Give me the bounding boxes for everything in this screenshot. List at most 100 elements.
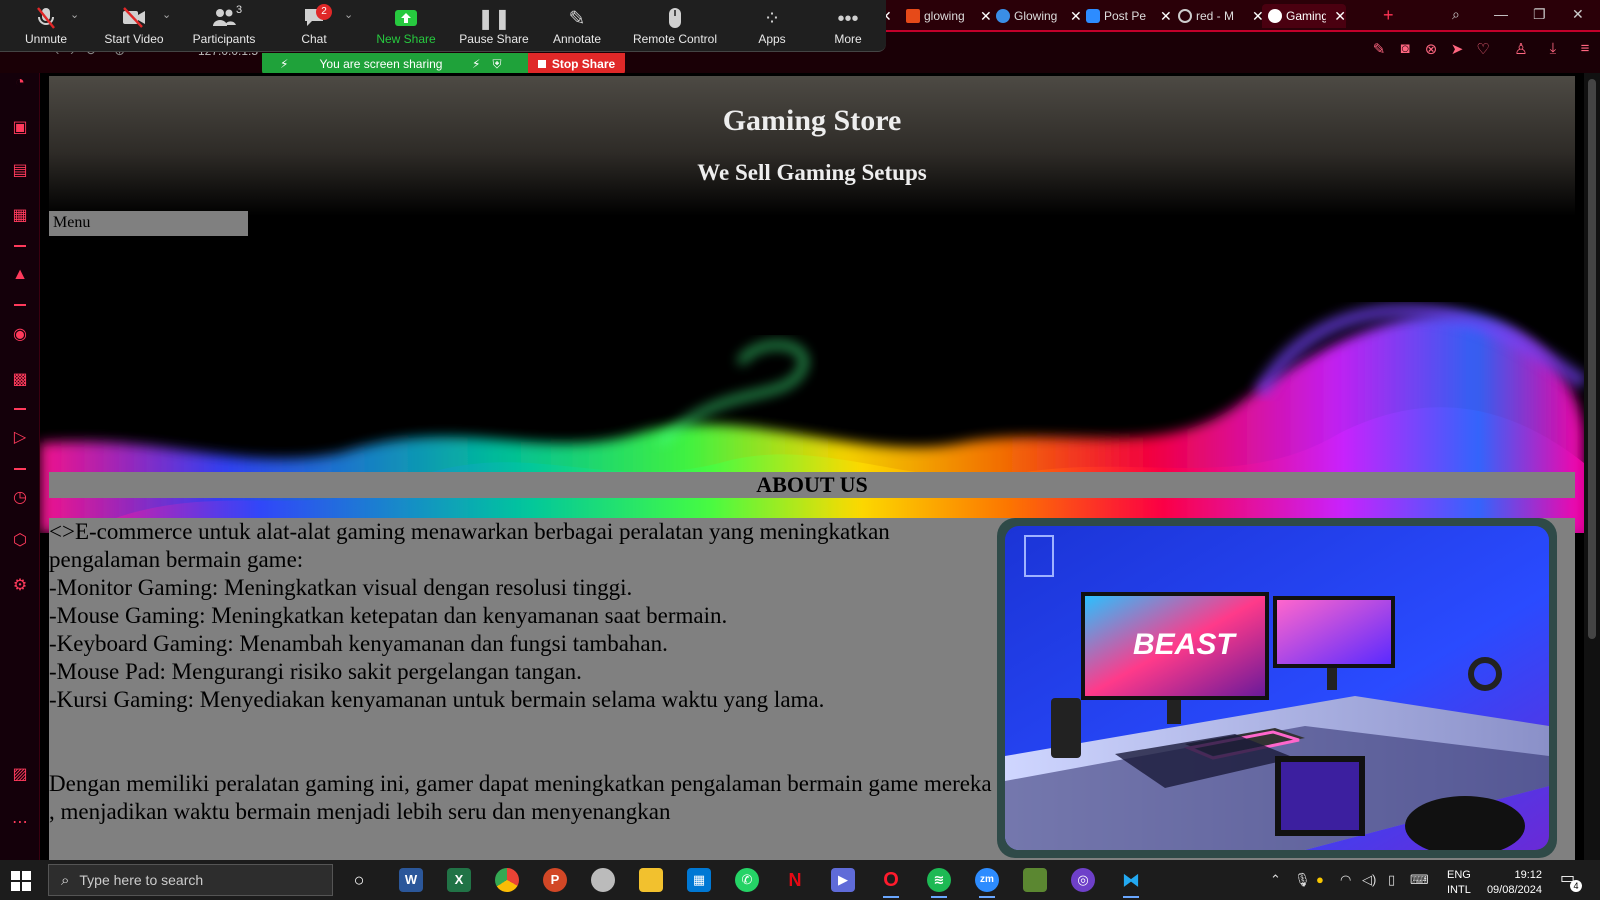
annotate-button[interactable]: ✎ Annotate	[535, 6, 619, 50]
about-line: <>E-commerce untuk alat-alat gaming mena…	[49, 519, 890, 572]
chrome-icon[interactable]	[495, 868, 519, 892]
edit-icon[interactable]: ✎	[1370, 40, 1388, 58]
taskbar-search-input[interactable]: ⌕ Type here to search	[48, 864, 333, 896]
chevron-down-icon[interactable]: ⌄	[70, 8, 79, 21]
heart-icon[interactable]: ♡	[1474, 40, 1492, 58]
about-us-section: <>E-commerce untuk alat-alat gaming mena…	[49, 518, 1575, 860]
close-tab-icon[interactable]: ✕	[1160, 8, 1172, 25]
close-window-icon[interactable]: ✕	[1572, 6, 1584, 23]
pen-icon: ✎	[568, 8, 586, 30]
page-scrollbar[interactable]	[1584, 73, 1600, 860]
battery-icon[interactable]: ▯	[1388, 872, 1395, 888]
clock[interactable]: 19:12 09/08/2024	[1482, 868, 1542, 898]
zoom-icon[interactable]: zm	[975, 868, 999, 898]
divider	[14, 245, 26, 247]
adblock-icon[interactable]: ⊗	[1422, 40, 1440, 58]
discord-icon[interactable]: ▩	[10, 370, 30, 390]
capcut-icon[interactable]: ▶	[831, 868, 855, 892]
profile-icon[interactable]: ♙	[1512, 40, 1530, 58]
divider	[14, 304, 26, 306]
opera-gx-icon[interactable]: O	[879, 868, 903, 898]
tab-post[interactable]: Post Pe ✕	[1080, 4, 1172, 28]
paint-icon[interactable]	[591, 868, 615, 892]
close-tab-icon[interactable]: ✕	[1334, 8, 1346, 25]
download-icon[interactable]: ⤓	[1544, 40, 1562, 58]
spotify-icon[interactable]: ≋	[927, 868, 951, 898]
tab-title: glowing	[924, 9, 965, 23]
about-closing-line: Dengan memiliki peralatan gaming ini, ga…	[49, 771, 992, 796]
new-tab-icon[interactable]: +	[1383, 5, 1394, 26]
chevron-down-icon[interactable]: ⌄	[162, 8, 171, 21]
file-explorer-icon[interactable]	[639, 868, 663, 892]
camera-icon[interactable]: ◙	[1396, 40, 1414, 58]
browser-sidebar: ◔ ▣ ▤ ▦ ▲ ◉ ▩ ▷ ◷ ⬡ ⚙ ▨ ⋯	[0, 73, 40, 860]
menu-icon[interactable]: ≡	[1576, 40, 1594, 58]
speed-dial-icon[interactable]: ◔	[10, 73, 30, 93]
chat-unread-badge: 2	[316, 4, 332, 20]
chevron-up-icon[interactable]: ⌃	[1270, 872, 1281, 888]
vscode-icon[interactable]: ⧓	[1119, 868, 1143, 898]
monitor-text: BEAST	[1133, 628, 1237, 661]
more-icon[interactable]: ⋯	[10, 813, 30, 833]
whatsapp-icon[interactable]: ✆	[735, 868, 759, 892]
more-button[interactable]: ••• More	[806, 6, 890, 50]
about-line: -Mouse Gaming: Meningkatkan ketepatan da…	[49, 603, 728, 628]
norton-icon[interactable]: ●	[1316, 872, 1324, 887]
tab-gaming[interactable]: Gaming ✕	[1262, 4, 1346, 28]
input-language[interactable]: ENG INTL	[1447, 868, 1471, 898]
apps-icon: ⁘	[763, 8, 781, 30]
bag-icon[interactable]: ▣	[10, 118, 30, 138]
chevron-down-icon[interactable]: ⌄	[344, 8, 353, 21]
send-icon[interactable]: ➤	[1448, 40, 1466, 58]
minimize-icon[interactable]: —	[1494, 6, 1508, 22]
new-share-button[interactable]: New Share	[364, 6, 448, 50]
cortana-icon[interactable]: ○	[347, 868, 371, 892]
twitch-icon[interactable]: ▤	[10, 161, 30, 181]
volume-icon[interactable]: ◁)	[1362, 872, 1376, 888]
scrollbar-thumb[interactable]	[1588, 79, 1596, 639]
tab-favicon-icon	[996, 9, 1010, 23]
history-icon[interactable]: ◷	[10, 488, 30, 508]
about-line: -Keyboard Gaming: Menambah kenyamanan da…	[49, 631, 668, 656]
zoom-toolbar: Unmute ⌄ Start Video ⌄ Participants 3 Ch…	[0, 0, 886, 52]
cube-icon[interactable]: ⬡	[10, 531, 30, 551]
chip-icon[interactable]: ▦	[10, 206, 30, 226]
windows-start-icon[interactable]	[10, 870, 32, 892]
about-line: -Monitor Gaming: Meningkatkan visual den…	[49, 575, 633, 600]
word-icon[interactable]: W	[399, 868, 423, 892]
apps-button[interactable]: ⁘ Apps	[730, 6, 814, 50]
windows-taskbar: ⌕ Type here to search ○ W X P ▦ ✆ N ▶ O …	[0, 860, 1600, 900]
share-icon	[364, 6, 448, 32]
excel-icon[interactable]: X	[447, 868, 471, 892]
wifi-icon[interactable]: ◠	[1340, 872, 1351, 888]
participants-button[interactable]: Participants	[182, 6, 266, 50]
mic-off-icon[interactable]: ⚡	[472, 57, 480, 71]
keyboard-icon[interactable]: ⌨	[1410, 872, 1429, 888]
participants-icon	[182, 6, 266, 32]
tab-red[interactable]: red - M ✕	[1172, 4, 1264, 28]
microphone-icon[interactable]: 🎙	[1294, 872, 1311, 888]
stop-share-button[interactable]: Stop Share	[528, 53, 625, 75]
wallpaper-icon[interactable]: ▨	[10, 765, 30, 785]
tab-glowing-1[interactable]: glowing ✕	[900, 4, 992, 28]
gaming-setup-image: BEAST	[1005, 526, 1549, 850]
minecraft-icon[interactable]	[1023, 868, 1047, 892]
search-tabs-icon[interactable]: ⌕	[1452, 6, 1460, 23]
powerpoint-icon[interactable]: P	[543, 868, 567, 892]
tab-title: Glowing	[1014, 9, 1058, 23]
about-us-text: <>E-commerce untuk alat-alat gaming mena…	[49, 518, 999, 826]
pause-icon: ❚❚	[477, 8, 511, 30]
restore-icon[interactable]: ❐	[1533, 6, 1546, 23]
tab-glowing-2[interactable]: Glowing ✕	[990, 4, 1082, 28]
gear-icon[interactable]: ⚙	[10, 576, 30, 596]
remote-control-button[interactable]: Remote Control	[620, 6, 730, 50]
github-icon[interactable]: ◎	[1071, 868, 1095, 892]
site-title: Gaming Store	[722, 104, 902, 137]
search-icon: ⌕	[61, 871, 70, 889]
messenger-icon[interactable]: ◉	[10, 325, 30, 345]
pause-share-button[interactable]: ❚❚ Pause Share	[452, 6, 536, 50]
store-icon[interactable]: ▦	[687, 868, 711, 892]
flame-icon[interactable]: ▲	[10, 265, 30, 285]
player-icon[interactable]: ▷	[10, 428, 30, 448]
netflix-icon[interactable]: N	[783, 868, 807, 892]
